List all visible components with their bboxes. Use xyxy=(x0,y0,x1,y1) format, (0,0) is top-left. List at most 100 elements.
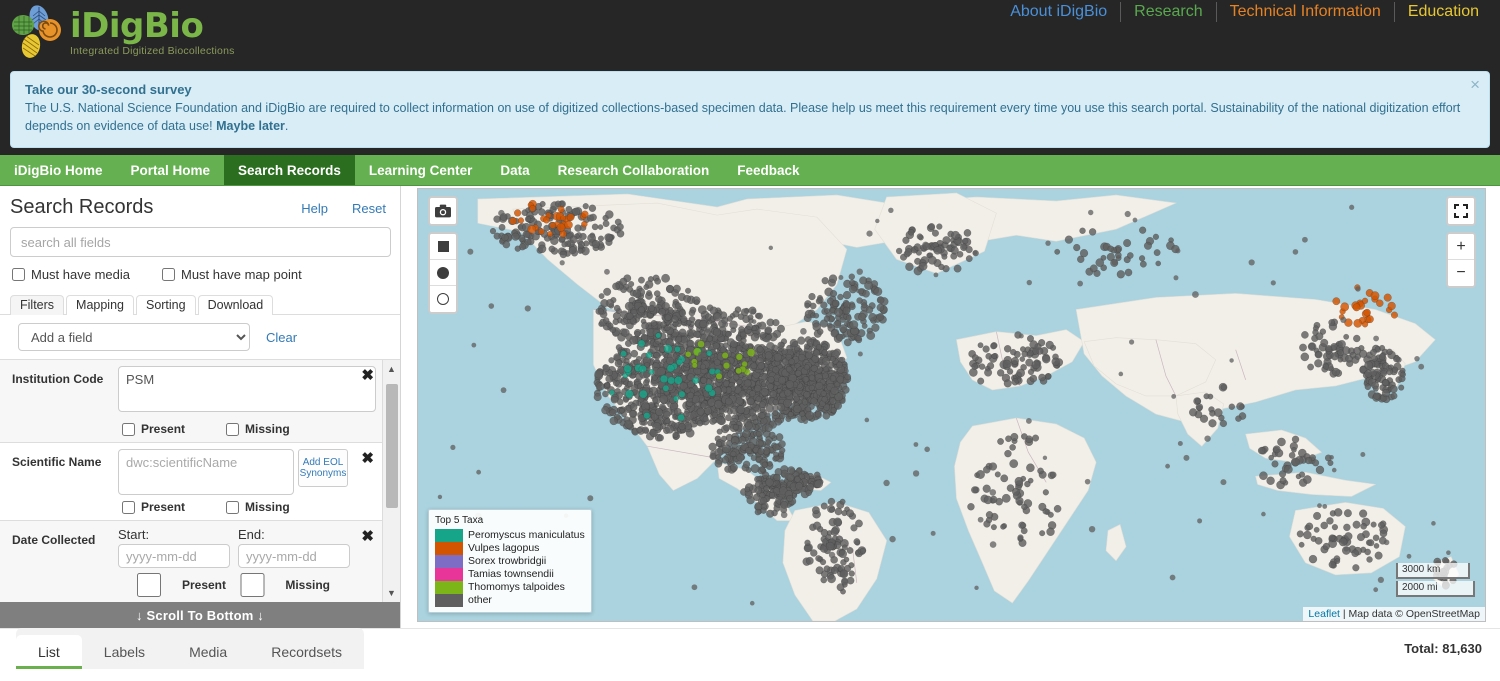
tab-download[interactable]: Download xyxy=(197,295,274,315)
nav-item-idigbio-home[interactable]: iDigBio Home xyxy=(0,155,117,185)
maybe-later-link[interactable]: Maybe later xyxy=(216,119,285,133)
date-start-label: Start: xyxy=(118,527,150,542)
nav-item-data[interactable]: Data xyxy=(486,155,543,185)
nav-item-search-records[interactable]: Search Records xyxy=(224,155,355,185)
tab-media[interactable]: Media xyxy=(167,635,249,669)
date-start-input[interactable] xyxy=(118,544,230,568)
scroll-down-icon[interactable]: ▼ xyxy=(382,584,400,602)
must-have-media-input[interactable] xyxy=(12,268,25,281)
clear-filters-link[interactable]: Clear xyxy=(266,330,297,345)
nav-item-learning-center[interactable]: Learning Center xyxy=(355,155,487,185)
scroll-to-bottom-button[interactable]: ↓ Scroll To Bottom ↓ xyxy=(0,602,400,628)
map-zoom-controls[interactable]: + − xyxy=(1446,232,1476,288)
eol-line-2: Synonyms xyxy=(299,468,347,479)
map-shape-select-controls[interactable] xyxy=(428,232,458,314)
help-link[interactable]: Help xyxy=(301,201,328,216)
specimen-map[interactable]: + − Top 5 Taxa Peromyscus maniculatus Vu… xyxy=(417,188,1486,622)
date-collected-present-input[interactable] xyxy=(122,573,176,597)
tab-filters[interactable]: Filters xyxy=(10,295,65,315)
reset-link[interactable]: Reset xyxy=(352,201,386,216)
zoom-in-button[interactable]: + xyxy=(1448,234,1474,260)
date-end-input[interactable] xyxy=(238,544,350,568)
tab-recordsets[interactable]: Recordsets xyxy=(249,635,364,669)
add-field-select[interactable]: Add a field xyxy=(18,323,250,351)
map-fullscreen-control[interactable] xyxy=(1446,196,1476,226)
site-logo[interactable]: iDigBio Integrated Digitized Biocollecti… xyxy=(0,5,235,61)
legend-item: Peromyscus maniculatus xyxy=(435,529,585,542)
add-field-row: Add a field Clear xyxy=(0,315,400,360)
scrollbar-track[interactable] xyxy=(383,378,401,584)
logo-tagline: Integrated Digitized Biocollections xyxy=(70,45,235,57)
leaflet-link[interactable]: Leaflet xyxy=(1308,608,1340,620)
filter-label-scientific-name: Scientific Name xyxy=(12,455,102,469)
tab-list[interactable]: List xyxy=(16,635,82,669)
must-have-media-checkbox[interactable]: Must have media xyxy=(12,267,130,282)
present-label: Present xyxy=(181,578,226,592)
legend-item: other xyxy=(435,594,585,607)
remove-filter-icon[interactable]: ✖ xyxy=(361,451,374,466)
site-header: iDigBio Integrated Digitized Biocollecti… xyxy=(0,0,1500,66)
remove-filter-icon[interactable]: ✖ xyxy=(361,529,374,544)
present-missing-row: Present Missing xyxy=(118,568,376,597)
main-navigation: iDigBio Home Portal Home Search Records … xyxy=(0,155,1500,186)
top-nav-education[interactable]: Education xyxy=(1395,3,1492,21)
institution-code-present-input[interactable] xyxy=(122,422,135,436)
zoom-out-button[interactable]: − xyxy=(1448,260,1474,286)
nav-item-portal-home[interactable]: Portal Home xyxy=(117,155,225,185)
filters-scrollbar[interactable]: ▲ ▼ xyxy=(382,360,400,602)
legend-swatch xyxy=(435,568,463,581)
must-have-map-point-checkbox[interactable]: Must have map point xyxy=(162,267,302,282)
top-nav-technical-information[interactable]: Technical Information xyxy=(1217,3,1394,21)
circle-select-icon[interactable] xyxy=(430,260,456,286)
institution-code-missing-input[interactable] xyxy=(226,422,239,436)
nav-item-feedback[interactable]: Feedback xyxy=(723,155,813,185)
square-select-icon[interactable] xyxy=(430,234,456,260)
institution-code-missing-checkbox[interactable]: Missing xyxy=(226,422,330,436)
survey-alert-text-2: . xyxy=(284,119,289,133)
scientific-name-present-input[interactable] xyxy=(122,500,135,514)
institution-code-textarea[interactable]: PSM xyxy=(118,366,376,412)
date-end-label: End: xyxy=(238,527,265,542)
camera-icon[interactable] xyxy=(430,198,456,224)
missing-label: Missing xyxy=(285,578,330,592)
tab-sorting[interactable]: Sorting xyxy=(135,295,196,315)
scrollbar-thumb[interactable] xyxy=(385,384,398,508)
circle-outline-select-icon[interactable] xyxy=(430,286,456,312)
present-label: Present xyxy=(141,500,186,514)
date-collected-present-checkbox[interactable]: Present xyxy=(122,573,226,597)
tab-mapping[interactable]: Mapping xyxy=(66,295,134,315)
legend-item: Vulpes lagopus xyxy=(435,542,585,555)
top-nav-research[interactable]: Research xyxy=(1121,3,1215,21)
must-have-map-point-input[interactable] xyxy=(162,268,175,281)
scientific-name-present-checkbox[interactable]: Present xyxy=(122,500,226,514)
scientific-name-missing-input[interactable] xyxy=(226,500,239,514)
map-legend: Top 5 Taxa Peromyscus maniculatus Vulpes… xyxy=(428,509,592,613)
legend-label: Vulpes lagopus xyxy=(468,542,540,554)
filter-label-date-collected: Date Collected xyxy=(12,533,96,547)
institution-code-present-checkbox[interactable]: Present xyxy=(122,422,226,436)
map-snapshot-control[interactable] xyxy=(428,196,458,226)
global-checkboxes: Must have media Must have map point xyxy=(0,257,400,290)
legend-label: Peromyscus maniculatus xyxy=(468,529,585,541)
date-collected-missing-checkbox[interactable]: Missing xyxy=(226,573,330,597)
scientific-name-textarea[interactable] xyxy=(118,449,294,495)
survey-alert-container: × Take our 30-second survey The U.S. Nat… xyxy=(0,66,1500,155)
logo-wordmark: iDigBio xyxy=(70,6,204,46)
total-records-count: Total: 81,630 xyxy=(1404,641,1482,656)
fullscreen-icon[interactable] xyxy=(1448,198,1474,224)
legend-item: Sorex trowbridgii xyxy=(435,555,585,568)
add-eol-synonyms-button[interactable]: Add EOL Synonyms xyxy=(298,449,348,487)
legend-title: Top 5 Taxa xyxy=(435,515,484,526)
legend-swatch xyxy=(435,555,463,568)
close-icon[interactable]: × xyxy=(1470,76,1480,93)
date-collected-missing-input[interactable] xyxy=(226,573,280,597)
scroll-up-icon[interactable]: ▲ xyxy=(382,360,400,378)
top-nav-about-idigbio[interactable]: About iDigBio xyxy=(997,3,1120,21)
legend-item: Tamias townsendii xyxy=(435,568,585,581)
top-navigation: About iDigBio Research Technical Informa… xyxy=(997,2,1492,22)
remove-filter-icon[interactable]: ✖ xyxy=(361,368,374,383)
tab-labels[interactable]: Labels xyxy=(82,635,167,669)
search-all-fields-input[interactable] xyxy=(10,227,391,257)
nav-item-research-collaboration[interactable]: Research Collaboration xyxy=(544,155,724,185)
scientific-name-missing-checkbox[interactable]: Missing xyxy=(226,500,330,514)
